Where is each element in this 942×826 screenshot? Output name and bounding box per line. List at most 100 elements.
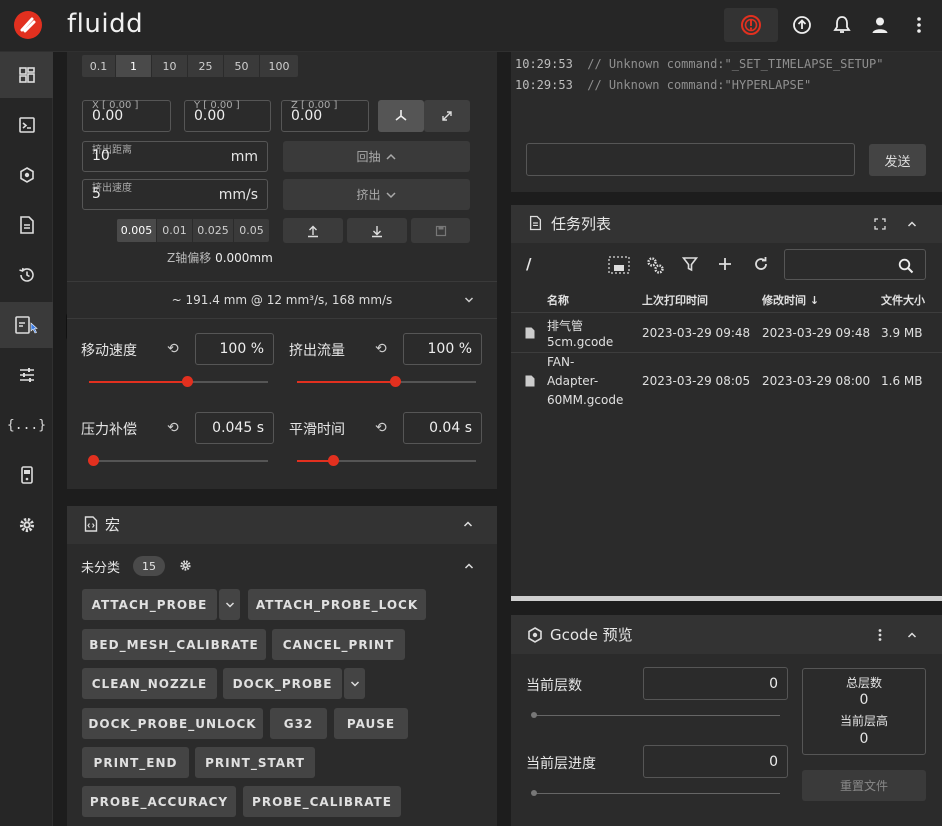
speed-factor-input[interactable]: 100 % bbox=[195, 333, 274, 365]
flow-reset-icon[interactable]: ⟲ bbox=[375, 341, 387, 357]
console-command-input[interactable] bbox=[526, 143, 855, 176]
retract-button[interactable]: 回抽 bbox=[283, 141, 470, 172]
macro-button[interactable]: BED_MESH_CALIBRATE bbox=[82, 629, 266, 660]
nav-history[interactable] bbox=[0, 252, 53, 298]
filter-icon[interactable] bbox=[682, 256, 698, 272]
macro-button[interactable]: PAUSE bbox=[334, 708, 408, 739]
gear-icon[interactable] bbox=[179, 559, 192, 572]
slider-thumb[interactable] bbox=[327, 455, 339, 466]
macro-button[interactable]: ATTACH_PROBE bbox=[82, 589, 217, 620]
step-option[interactable]: 100 bbox=[260, 55, 298, 77]
nav-config[interactable]: {...} bbox=[0, 402, 53, 448]
flow-summary-toggle[interactable]: ~ 191.4 mm @ 12 mm³/s, 168 mm/s bbox=[67, 282, 497, 318]
notifications-button[interactable] bbox=[828, 8, 856, 42]
extrude-speed-field[interactable]: 挤出速度 5 mm/s bbox=[82, 179, 268, 210]
z-position-field[interactable]: Z [ 0.00 ] 0.00 bbox=[281, 100, 369, 132]
pa-reset-icon[interactable]: ⟲ bbox=[167, 420, 179, 436]
macro-button[interactable]: CLEAN_NOZZLE bbox=[82, 668, 217, 699]
slider-thumb[interactable] bbox=[531, 790, 537, 796]
current-layer-slider[interactable] bbox=[531, 712, 780, 718]
nav-printer[interactable] bbox=[0, 152, 53, 198]
z-offset-down-button[interactable] bbox=[347, 218, 407, 243]
nav-timelapse[interactable] bbox=[0, 302, 53, 348]
z-step-option[interactable]: 0.025 bbox=[193, 219, 234, 242]
chevron-up-icon[interactable] bbox=[464, 562, 474, 570]
console-time: 10:29:53 bbox=[515, 78, 573, 92]
macro-button[interactable]: DOCK_PROBE bbox=[223, 668, 342, 699]
column-header-size[interactable]: 文件大小 bbox=[881, 292, 925, 308]
macro-button[interactable]: PRINT_END bbox=[82, 747, 189, 778]
extrude-length-field[interactable]: 挤出距离 10 mm bbox=[82, 141, 268, 172]
z-offset-up-button[interactable] bbox=[283, 218, 343, 243]
layer-progress-input[interactable]: 0 bbox=[643, 745, 788, 778]
fullscreen-icon[interactable] bbox=[874, 218, 886, 230]
column-header-last-printed[interactable]: 上次打印时间 bbox=[642, 292, 708, 308]
macro-button[interactable]: PRINT_START bbox=[195, 747, 315, 778]
nav-system[interactable] bbox=[0, 452, 53, 498]
z-offset-save-button[interactable] bbox=[411, 218, 470, 243]
move-relative-button[interactable] bbox=[378, 100, 424, 132]
flow-factor-input[interactable]: 100 % bbox=[403, 333, 482, 365]
nav-settings[interactable] bbox=[0, 502, 53, 548]
y-position-field[interactable]: Y [ 0.00 ] 0.00 bbox=[184, 100, 271, 132]
refresh-icon[interactable] bbox=[753, 256, 769, 272]
chevron-up-icon[interactable] bbox=[907, 631, 917, 639]
chevron-up-icon[interactable] bbox=[907, 220, 917, 228]
step-option[interactable]: 25 bbox=[188, 55, 224, 77]
z-step-option[interactable]: 0.005 bbox=[117, 219, 157, 242]
smooth-time-input[interactable]: 0.04 s bbox=[403, 412, 482, 444]
pressure-advance-slider[interactable] bbox=[87, 455, 268, 466]
cogs-icon[interactable] bbox=[645, 255, 665, 275]
macro-menu-button[interactable] bbox=[344, 668, 365, 699]
extrude-button[interactable]: 挤出 bbox=[283, 179, 470, 210]
step-option[interactable]: 50 bbox=[224, 55, 260, 77]
upload-button[interactable] bbox=[788, 8, 816, 42]
chevron-down-icon[interactable] bbox=[464, 296, 474, 304]
step-option[interactable]: 0.1 bbox=[82, 55, 116, 77]
jobs-search-input[interactable] bbox=[784, 249, 926, 280]
nav-dashboard[interactable] bbox=[0, 52, 53, 98]
nav-tune[interactable] bbox=[0, 352, 53, 398]
chevron-up-icon[interactable] bbox=[463, 520, 473, 528]
select-image-icon[interactable] bbox=[608, 256, 630, 274]
console-send-button[interactable]: 发送 bbox=[869, 144, 926, 176]
nav-jobs[interactable] bbox=[0, 202, 53, 248]
step-option[interactable]: 10 bbox=[152, 55, 188, 77]
jobs-path-breadcrumb[interactable]: / bbox=[526, 255, 531, 273]
code-braces-icon: {...} bbox=[6, 417, 47, 433]
speed-reset-icon[interactable]: ⟲ bbox=[167, 341, 179, 357]
emergency-stop-button[interactable] bbox=[724, 8, 778, 42]
macro-button[interactable]: CANCEL_PRINT bbox=[272, 629, 405, 660]
z-step-option[interactable]: 0.01 bbox=[157, 219, 193, 242]
column-header-name[interactable]: 名称 bbox=[547, 292, 569, 308]
slider-thumb[interactable] bbox=[87, 455, 99, 466]
macro-button[interactable]: PROBE_ACCURACY bbox=[82, 786, 236, 817]
nav-console[interactable] bbox=[0, 102, 53, 148]
z-step-option[interactable]: 0.05 bbox=[234, 219, 269, 242]
current-layer-input[interactable]: 0 bbox=[643, 667, 788, 700]
smooth-time-slider[interactable] bbox=[297, 455, 476, 466]
macro-button[interactable]: DOCK_PROBE_UNLOCK bbox=[82, 708, 263, 739]
move-absolute-button[interactable] bbox=[424, 100, 470, 132]
smooth-reset-icon[interactable]: ⟲ bbox=[375, 420, 387, 436]
fluidd-logo-icon[interactable] bbox=[14, 11, 42, 39]
more-menu-button[interactable] bbox=[906, 8, 932, 42]
flow-factor-slider[interactable] bbox=[297, 376, 476, 387]
macro-button[interactable]: G32 bbox=[270, 708, 327, 739]
macro-button[interactable]: ATTACH_PROBE_LOCK bbox=[248, 589, 426, 620]
slider-thumb[interactable] bbox=[531, 712, 537, 718]
speed-factor-slider[interactable] bbox=[89, 376, 268, 387]
more-vert-icon[interactable] bbox=[877, 628, 883, 642]
user-button[interactable] bbox=[866, 8, 894, 42]
x-position-field[interactable]: X [ 0.00 ] 0.00 bbox=[82, 100, 171, 132]
macro-menu-button[interactable] bbox=[219, 589, 240, 620]
column-header-modified[interactable]: 修改时间 ↓ bbox=[762, 292, 819, 308]
reset-file-button[interactable]: 重置文件 bbox=[802, 770, 926, 801]
step-option[interactable]: 1 bbox=[116, 55, 152, 77]
layer-progress-slider[interactable] bbox=[531, 790, 780, 796]
jobs-scrollbar[interactable] bbox=[511, 596, 942, 601]
plus-icon[interactable] bbox=[718, 257, 732, 271]
pressure-advance-input[interactable]: 0.045 s bbox=[195, 412, 274, 444]
extrude-length-value: 10 bbox=[92, 148, 110, 164]
macro-button[interactable]: PROBE_CALIBRATE bbox=[243, 786, 401, 817]
